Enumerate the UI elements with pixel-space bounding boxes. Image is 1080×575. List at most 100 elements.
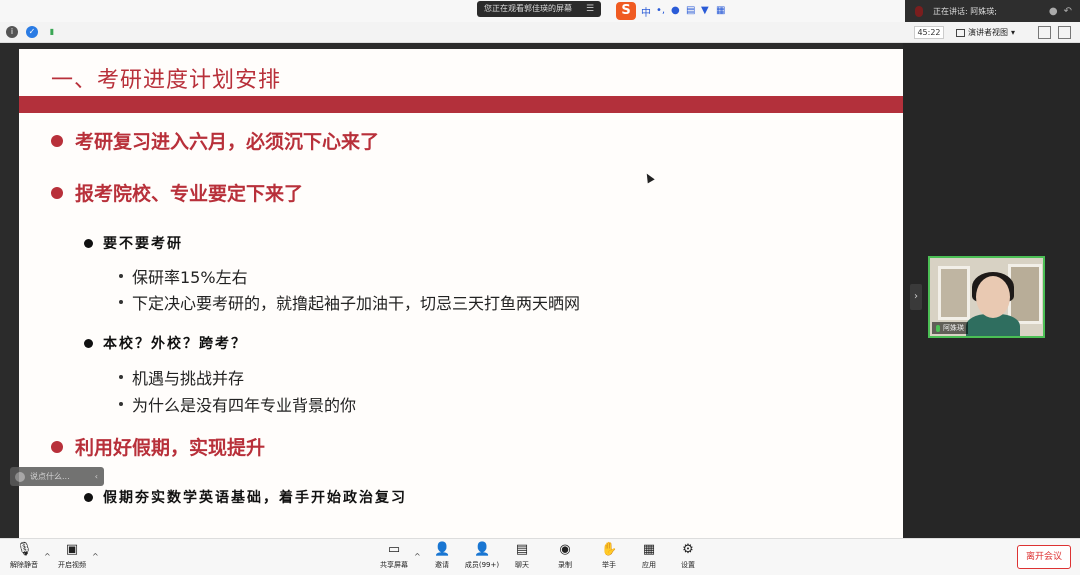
microphone-icon[interactable]: ● bbox=[671, 6, 681, 16]
record-icon: ◉ bbox=[559, 542, 571, 557]
video-label: 开启视频 bbox=[58, 561, 86, 569]
share-screen-button[interactable]: ▭ 共享屏幕 bbox=[372, 543, 416, 573]
share-label: 共享屏幕 bbox=[380, 561, 408, 569]
section-bullet: 利用好假期，实现提升 bbox=[51, 433, 265, 460]
subsection-text: 要不要考研 bbox=[103, 236, 183, 252]
bookshelf-left bbox=[938, 266, 970, 320]
members-button[interactable]: 👤 成员(99+) bbox=[460, 543, 504, 573]
collapse-panel-button[interactable]: › bbox=[910, 284, 922, 310]
minimize-icon[interactable]: ● bbox=[1049, 6, 1058, 17]
video-options-chevron-icon[interactable]: ^ bbox=[92, 552, 99, 561]
gear-icon: ⚙ bbox=[682, 542, 694, 557]
bullet-dot bbox=[119, 274, 123, 278]
back-icon[interactable]: ↶ bbox=[1064, 6, 1072, 17]
skin-icon[interactable]: ▼ bbox=[701, 6, 711, 16]
sogou-logo-icon[interactable]: S bbox=[616, 2, 636, 20]
leave-meeting-button[interactable]: 离开会议 bbox=[1017, 545, 1071, 569]
settings-button[interactable]: ⚙ 设置 bbox=[666, 543, 710, 573]
chat-icon: ▤ bbox=[515, 542, 529, 557]
subsection-bullet: 要不要考研 bbox=[84, 233, 183, 253]
apps-label: 应用 bbox=[642, 561, 656, 569]
list-item-text: 机遇与挑战并存 bbox=[132, 369, 245, 388]
bullet-dot bbox=[51, 134, 63, 147]
section-bullet: 考研复习进入六月，必须沉下心来了 bbox=[51, 127, 379, 154]
bullet-dot bbox=[51, 440, 63, 453]
settings-label: 设置 bbox=[681, 561, 695, 569]
bullet-dot bbox=[84, 338, 93, 348]
bullet-dot bbox=[119, 402, 123, 406]
list-item: 为什么是没有四年专业背景的你 bbox=[119, 392, 356, 416]
section-text: 利用好假期，实现提升 bbox=[75, 437, 266, 459]
person-face bbox=[976, 276, 1010, 318]
invite-button[interactable]: 👤 邀请 bbox=[420, 543, 464, 573]
subsection-bullet: 假期夯实数学英语基础，着手开始政治复习 bbox=[84, 487, 407, 507]
chevron-down-icon: ▾ bbox=[1011, 28, 1016, 37]
speaker-mic-icon bbox=[915, 5, 923, 17]
window-controls[interactable]: ● ↶ bbox=[1049, 6, 1072, 17]
slide-title: 一、考研进度计划安排 bbox=[51, 68, 282, 93]
raise-hand-label: 举手 bbox=[602, 561, 616, 569]
info-icon[interactable]: i bbox=[6, 26, 18, 38]
apps-button[interactable]: ▦ 应用 bbox=[627, 543, 671, 573]
participant-name-tag: 阿姝瑛 bbox=[932, 322, 968, 334]
bottom-toolbar: 🎙 解除静音 ^ ▣ 开启视频 ^ ▭ 共享屏幕 ^ 👤 邀请 👤 成员(99+… bbox=[0, 538, 1080, 575]
unmute-label: 解除静音 bbox=[10, 561, 38, 569]
bullet-dot bbox=[84, 492, 93, 502]
section-text: 考研复习进入六月，必须沉下心来了 bbox=[75, 131, 380, 153]
participant-video-tile[interactable]: 阿姝瑛 bbox=[928, 256, 1045, 338]
menu-icon[interactable]: ☰ bbox=[586, 1, 594, 17]
view-selector[interactable]: 演讲者视图 ▾ bbox=[956, 26, 1015, 39]
members-icon: 👤 bbox=[474, 542, 491, 557]
add-user-icon: 👤 bbox=[434, 542, 451, 557]
chat-label: 聊天 bbox=[515, 561, 529, 569]
camera-off-icon: ▣ bbox=[65, 542, 79, 557]
ime-mode-label[interactable]: 中 bbox=[641, 4, 651, 19]
keyboard-icon[interactable]: ▤ bbox=[686, 6, 696, 16]
invite-label: 邀请 bbox=[435, 561, 449, 569]
mouse-cursor-icon bbox=[643, 171, 655, 184]
subsection-text: 本校？外校？跨考？ bbox=[103, 336, 247, 352]
list-item: 下定决心要考研的，就撸起袖子加油干，切忌三天打鱼两天晒网 bbox=[119, 290, 580, 314]
screen-share-notice[interactable]: 您正在观看郭佳瑛的屏幕 ☰ bbox=[477, 1, 601, 17]
view-label: 演讲者视图 bbox=[968, 28, 1008, 37]
chat-button[interactable]: ▤ 聊天 bbox=[500, 543, 544, 573]
security-shield-icon[interactable]: ✓ bbox=[26, 26, 38, 38]
unmute-button[interactable]: 🎙 解除静音 bbox=[2, 543, 46, 573]
toolbox-icon[interactable]: ▦ bbox=[716, 6, 726, 16]
top-strip: 您正在观看郭佳瑛的屏幕 ☰ S 中 •, ● ▤ ▼ ▦ 正在讲话: 阿姝瑛; … bbox=[0, 0, 1080, 22]
punctuation-icon[interactable]: •, bbox=[656, 6, 666, 16]
bullet-dot bbox=[84, 238, 93, 248]
list-item-text: 保研率15%左右 bbox=[132, 268, 248, 287]
section-text: 报考院校、专业要定下来了 bbox=[75, 183, 304, 205]
fullscreen-icon[interactable] bbox=[1038, 26, 1051, 39]
start-video-button[interactable]: ▣ 开启视频 bbox=[50, 543, 94, 573]
mic-muted-icon: 🎙 bbox=[16, 542, 33, 557]
list-item: 保研率15%左右 bbox=[119, 264, 248, 288]
speaking-label: 正在讲话: 阿姝瑛; bbox=[933, 6, 997, 16]
meeting-timer: 45:22 bbox=[914, 26, 944, 39]
subsection-bullet: 本校？外校？跨考？ bbox=[84, 333, 247, 353]
share-notice-text: 您正在观看郭佳瑛的屏幕 bbox=[484, 4, 572, 13]
list-item-text: 下定决心要考研的，就撸起袖子加油干，切忌三天打鱼两天晒网 bbox=[132, 294, 581, 313]
record-button[interactable]: ◉ 录制 bbox=[543, 543, 587, 573]
bullet-dot bbox=[119, 300, 123, 304]
record-label: 录制 bbox=[558, 561, 572, 569]
input-method-toolbar[interactable]: S 中 •, ● ▤ ▼ ▦ bbox=[616, 2, 726, 20]
mic-active-icon bbox=[936, 324, 940, 332]
chat-placeholder: 说点什么... bbox=[30, 472, 70, 481]
share-screen-icon: ▭ bbox=[387, 542, 401, 557]
chat-bubble-icon bbox=[15, 471, 25, 482]
bullet-dot bbox=[119, 375, 123, 379]
presentation-slide: 一、考研进度计划安排 考研复习进入六月，必须沉下心来了 报考院校、专业要定下来了… bbox=[19, 49, 903, 538]
bullet-dot bbox=[51, 186, 63, 199]
signal-icon[interactable]: ▮ bbox=[46, 26, 58, 38]
title-band bbox=[19, 96, 903, 113]
expand-icon[interactable] bbox=[1058, 26, 1071, 39]
raise-hand-button[interactable]: ✋ 举手 bbox=[587, 543, 631, 573]
close-chat-button[interactable]: ‹ bbox=[95, 472, 98, 481]
list-item: 机遇与挑战并存 bbox=[119, 365, 244, 389]
members-label: 成员(99+) bbox=[464, 561, 500, 569]
apps-grid-icon: ▦ bbox=[642, 542, 656, 557]
chat-input-float[interactable]: 说点什么... ‹ bbox=[10, 467, 104, 486]
meeting-status-bar: i ✓ ▮ 45:22 演讲者视图 ▾ bbox=[0, 22, 1080, 43]
